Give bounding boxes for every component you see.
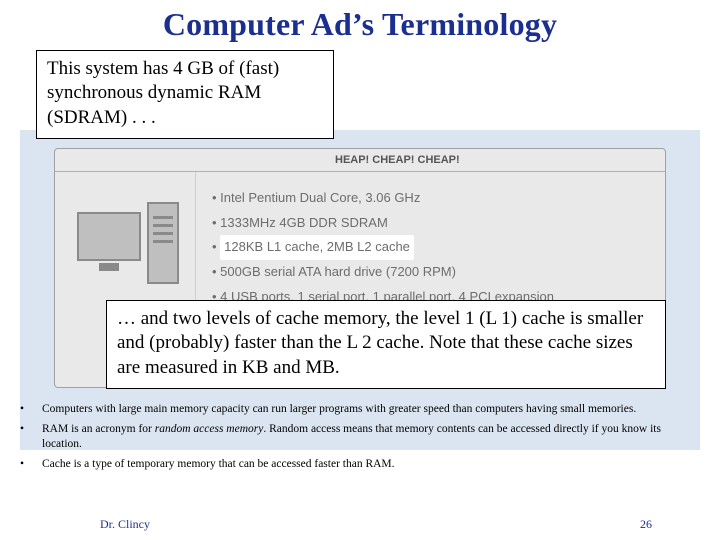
spec-cache: 128KB L1 cache, 2MB L2 cache bbox=[212, 235, 655, 260]
tower-icon bbox=[147, 202, 179, 284]
notes-list: • Computers with large main memory capac… bbox=[20, 402, 700, 478]
note-em: random access memory bbox=[155, 423, 264, 435]
footer-page-number: 26 bbox=[640, 517, 652, 532]
note-text: Cache is a type of temporary memory that… bbox=[42, 457, 700, 471]
spec-ram: 1333MHz 4GB DDR SDRAM bbox=[212, 211, 655, 236]
note-item: • RAM is an acronym for random access me… bbox=[20, 422, 700, 451]
monitor-icon bbox=[77, 212, 141, 261]
slide: Computer Ad’s Terminology HEAP! CHEAP! C… bbox=[0, 0, 720, 540]
note-fragment: RAM is an acronym for bbox=[42, 423, 155, 435]
note-text: Computers with large main memory capacit… bbox=[42, 402, 700, 416]
spec-hdd: 500GB serial ATA hard drive (7200 RPM) bbox=[212, 260, 655, 285]
spec-cpu: Intel Pentium Dual Core, 3.06 GHz bbox=[212, 186, 655, 211]
spec-cache-highlight: 128KB L1 cache, 2MB L2 cache bbox=[220, 235, 414, 260]
note-text: RAM is an acronym for random access memo… bbox=[42, 422, 700, 451]
note-item: • Cache is a type of temporary memory th… bbox=[20, 457, 700, 471]
slide-title: Computer Ad’s Terminology bbox=[0, 6, 720, 43]
callout-sdram: This system has 4 GB of (fast) synchrono… bbox=[36, 50, 334, 139]
bullet-icon: • bbox=[20, 422, 42, 436]
ad-banner: HEAP! CHEAP! CHEAP! bbox=[55, 149, 665, 172]
footer-author: Dr. Clincy bbox=[100, 517, 150, 532]
bullet-icon: • bbox=[20, 457, 42, 471]
callout-cache: … and two levels of cache memory, the le… bbox=[106, 300, 666, 389]
bullet-icon: • bbox=[20, 402, 42, 416]
note-item: • Computers with large main memory capac… bbox=[20, 402, 700, 416]
